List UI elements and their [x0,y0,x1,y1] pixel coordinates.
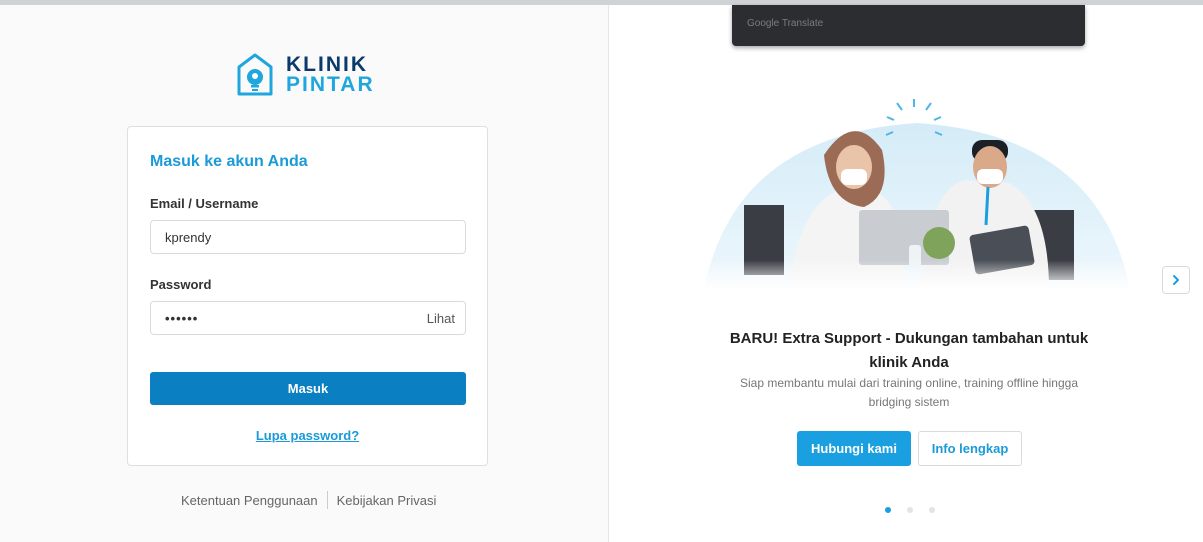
house-bulb-icon [237,53,273,96]
promo-panel: Google Translate BARU! Extra Support - D… [609,5,1203,542]
carousel-next-button[interactable] [1162,266,1190,294]
carousel-dot-3[interactable] [929,507,935,513]
promo-title: BARU! Extra Support - Dukungan tambahan … [729,330,1089,371]
carousel-dot-1[interactable] [885,507,891,513]
tooltip-text: Google Translate [747,18,824,29]
more-info-button[interactable]: Info lengkap [918,431,1022,466]
login-button[interactable]: Masuk [150,372,466,405]
email-field[interactable]: kprendy [150,220,466,254]
footer-divider [326,491,328,509]
promo-subtitle: Siap membantu mulai dari training online… [740,376,1078,409]
promo-illustration [704,99,1130,290]
show-password-toggle[interactable]: Lihat [427,311,455,326]
login-title: Masuk ke akun Anda [150,153,308,170]
terms-link[interactable]: Ketentuan Penggunaan [181,493,318,508]
brand-line1: KLINIK [286,53,368,76]
privacy-link[interactable]: Kebijakan Privasi [337,493,437,508]
logo: KLINIK PINTAR [236,50,375,100]
carousel-indicators [885,507,951,513]
password-field[interactable]: •••••• Lihat [150,301,466,335]
translate-tooltip: Google Translate [732,5,1085,46]
footer-links: Ketentuan Penggunaan Kebijakan Privasi [181,491,436,509]
brand-name: KLINIK PINTAR [286,53,375,96]
login-panel: KLINIK PINTAR Masuk ke akun Anda Email /… [0,5,609,542]
contact-us-button[interactable]: Hubungi kami [797,431,911,466]
email-label: Email / Username [150,196,259,211]
password-label: Password [150,277,212,292]
carousel-dot-2[interactable] [907,507,913,513]
brand-line2: PINTAR [286,73,375,96]
email-value: kprendy [165,229,212,245]
password-value: •••••• [165,310,199,326]
login-card: Masuk ke akun Anda Email / Username kpre… [127,126,488,466]
chevron-right-icon [1173,275,1179,285]
forgot-password-link[interactable]: Lupa password? [128,428,487,443]
